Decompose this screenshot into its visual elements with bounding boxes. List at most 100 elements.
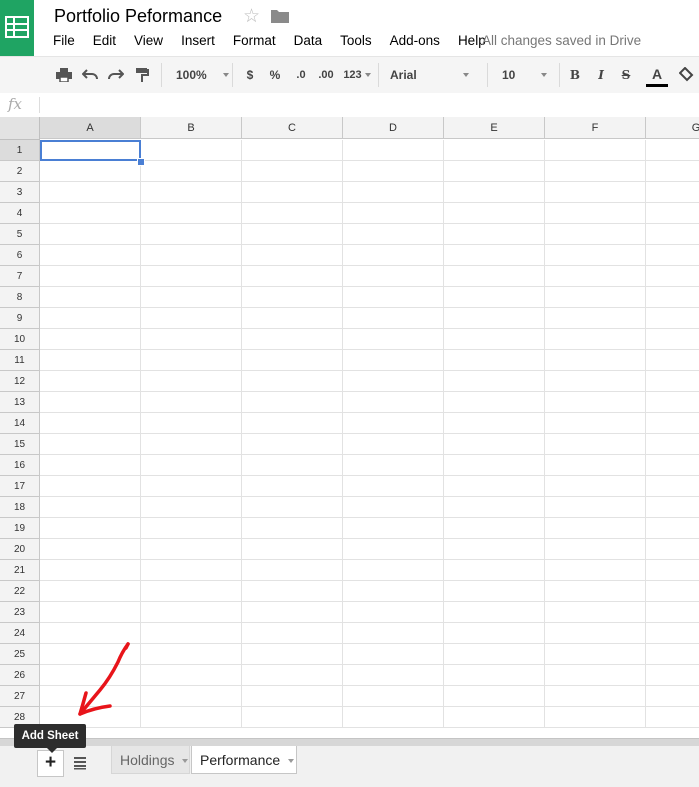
cell-A11[interactable]: [40, 350, 141, 371]
add-sheet-button[interactable]: +: [37, 750, 64, 777]
cell-C24[interactable]: [242, 623, 343, 644]
cell-D7[interactable]: [343, 266, 444, 287]
row-header-5[interactable]: 5: [0, 224, 40, 245]
percent-button[interactable]: %: [265, 57, 285, 93]
cell-F13[interactable]: [545, 392, 646, 413]
fill-handle[interactable]: [137, 158, 145, 166]
row-header-19[interactable]: 19: [0, 518, 40, 539]
cell-G18[interactable]: [646, 497, 699, 518]
cell-E28[interactable]: [444, 707, 545, 728]
cell-F11[interactable]: [545, 350, 646, 371]
cell-B3[interactable]: [141, 182, 242, 203]
sheet-tab-holdings[interactable]: Holdings: [111, 746, 190, 774]
cell-C7[interactable]: [242, 266, 343, 287]
cell-B25[interactable]: [141, 644, 242, 665]
fill-color-icon[interactable]: [674, 57, 699, 93]
cell-E16[interactable]: [444, 455, 545, 476]
cell-B22[interactable]: [141, 581, 242, 602]
cell-C20[interactable]: [242, 539, 343, 560]
cell-F18[interactable]: [545, 497, 646, 518]
cell-E25[interactable]: [444, 644, 545, 665]
cell-B15[interactable]: [141, 434, 242, 455]
cell-D11[interactable]: [343, 350, 444, 371]
cell-G15[interactable]: [646, 434, 699, 455]
cell-C26[interactable]: [242, 665, 343, 686]
cell-B4[interactable]: [141, 203, 242, 224]
cell-B9[interactable]: [141, 308, 242, 329]
cell-G26[interactable]: [646, 665, 699, 686]
cell-B27[interactable]: [141, 686, 242, 707]
cell-G17[interactable]: [646, 476, 699, 497]
cell-G25[interactable]: [646, 644, 699, 665]
menu-tools[interactable]: Tools: [331, 32, 381, 50]
cell-B2[interactable]: [141, 161, 242, 182]
cell-B19[interactable]: [141, 518, 242, 539]
cell-D4[interactable]: [343, 203, 444, 224]
cell-B18[interactable]: [141, 497, 242, 518]
row-header-21[interactable]: 21: [0, 560, 40, 581]
cell-D27[interactable]: [343, 686, 444, 707]
cell-D18[interactable]: [343, 497, 444, 518]
row-header-18[interactable]: 18: [0, 497, 40, 518]
cell-C14[interactable]: [242, 413, 343, 434]
cell-B28[interactable]: [141, 707, 242, 728]
cell-E27[interactable]: [444, 686, 545, 707]
row-header-17[interactable]: 17: [0, 476, 40, 497]
cell-E5[interactable]: [444, 224, 545, 245]
row-header-2[interactable]: 2: [0, 161, 40, 182]
cell-D12[interactable]: [343, 371, 444, 392]
cell-E9[interactable]: [444, 308, 545, 329]
zoom-select[interactable]: 100%: [168, 57, 229, 93]
cell-B14[interactable]: [141, 413, 242, 434]
cell-C18[interactable]: [242, 497, 343, 518]
cell-A20[interactable]: [40, 539, 141, 560]
menu-data[interactable]: Data: [285, 32, 332, 50]
cell-F5[interactable]: [545, 224, 646, 245]
document-title[interactable]: Portfolio Peformance: [54, 6, 222, 27]
cell-G28[interactable]: [646, 707, 699, 728]
undo-icon[interactable]: [78, 57, 102, 93]
cell-D20[interactable]: [343, 539, 444, 560]
cell-A9[interactable]: [40, 308, 141, 329]
cell-G19[interactable]: [646, 518, 699, 539]
row-header-7[interactable]: 7: [0, 266, 40, 287]
cell-A21[interactable]: [40, 560, 141, 581]
cell-D19[interactable]: [343, 518, 444, 539]
menu-addons[interactable]: Add-ons: [381, 32, 449, 50]
cell-C8[interactable]: [242, 287, 343, 308]
cell-D15[interactable]: [343, 434, 444, 455]
strikethrough-button[interactable]: S: [617, 57, 635, 93]
cell-C28[interactable]: [242, 707, 343, 728]
cell-C12[interactable]: [242, 371, 343, 392]
cell-G27[interactable]: [646, 686, 699, 707]
cell-C4[interactable]: [242, 203, 343, 224]
cell-E21[interactable]: [444, 560, 545, 581]
cell-G10[interactable]: [646, 329, 699, 350]
cell-B16[interactable]: [141, 455, 242, 476]
row-header-16[interactable]: 16: [0, 455, 40, 476]
cell-D17[interactable]: [343, 476, 444, 497]
row-header-22[interactable]: 22: [0, 581, 40, 602]
cell-C15[interactable]: [242, 434, 343, 455]
cell-F15[interactable]: [545, 434, 646, 455]
cell-F12[interactable]: [545, 371, 646, 392]
cell-A14[interactable]: [40, 413, 141, 434]
cell-F20[interactable]: [545, 539, 646, 560]
menu-insert[interactable]: Insert: [172, 32, 224, 50]
cell-A5[interactable]: [40, 224, 141, 245]
redo-icon[interactable]: [104, 57, 128, 93]
cell-C11[interactable]: [242, 350, 343, 371]
star-icon[interactable]: ☆: [243, 5, 260, 28]
cell-D13[interactable]: [343, 392, 444, 413]
row-header-11[interactable]: 11: [0, 350, 40, 371]
cell-A19[interactable]: [40, 518, 141, 539]
cell-E19[interactable]: [444, 518, 545, 539]
cell-E18[interactable]: [444, 497, 545, 518]
menu-file[interactable]: File: [44, 32, 84, 50]
row-header-9[interactable]: 9: [0, 308, 40, 329]
cell-E14[interactable]: [444, 413, 545, 434]
cell-F9[interactable]: [545, 308, 646, 329]
cell-A6[interactable]: [40, 245, 141, 266]
row-header-14[interactable]: 14: [0, 413, 40, 434]
cell-D25[interactable]: [343, 644, 444, 665]
